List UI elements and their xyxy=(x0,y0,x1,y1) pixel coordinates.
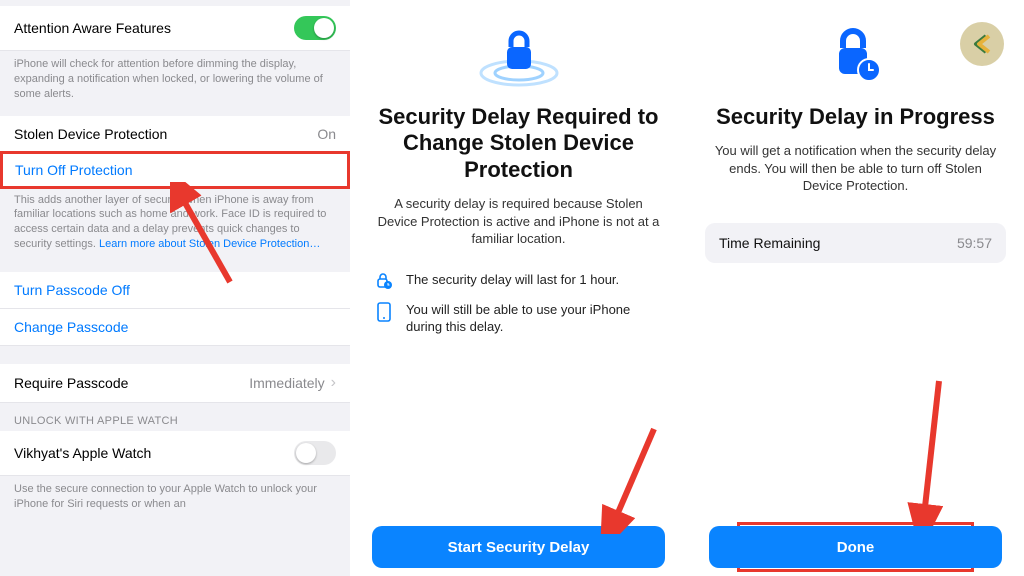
mid-info-row-usable: You will still be able to use your iPhon… xyxy=(368,302,669,336)
mid-info-row-duration: The security delay will last for 1 hour. xyxy=(368,272,669,290)
require-passcode-label: Require Passcode xyxy=(14,375,128,391)
attention-aware-label: Attention Aware Features xyxy=(14,20,171,36)
unlock-section-header: UNLOCK WITH APPLE WATCH xyxy=(0,403,350,431)
change-passcode-row[interactable]: Change Passcode xyxy=(0,309,350,346)
sdp-learn-more-link[interactable]: Learn more about Stolen Device Protectio… xyxy=(99,238,320,250)
stolen-device-protection-row[interactable]: Stolen Device Protection On xyxy=(0,116,350,153)
lock-clock-icon xyxy=(374,272,394,290)
annotation-arrow-icon xyxy=(904,376,954,526)
mid-info-duration-text: The security delay will last for 1 hour. xyxy=(406,272,619,289)
time-remaining-label: Time Remaining xyxy=(719,235,820,251)
lock-clock-large-icon xyxy=(821,14,891,96)
apple-watch-desc: Use the secure connection to your Apple … xyxy=(0,476,350,526)
sdp-label: Stolen Device Protection xyxy=(14,126,167,142)
turn-off-protection-row[interactable]: Turn Off Protection xyxy=(0,151,350,189)
require-passcode-row[interactable]: Require Passcode Immediately › xyxy=(0,364,350,403)
security-delay-required-panel: Security Delay Required to Change Stolen… xyxy=(350,0,687,576)
start-security-delay-button[interactable]: Start Security Delay xyxy=(372,526,665,568)
turn-passcode-off-row[interactable]: Turn Passcode Off xyxy=(0,272,350,309)
brand-logo-icon xyxy=(960,22,1004,66)
mid-lead: A security delay is required because Sto… xyxy=(368,195,669,248)
phone-icon xyxy=(374,302,394,322)
change-passcode-label: Change Passcode xyxy=(14,319,128,335)
time-remaining-value: 59:57 xyxy=(957,235,992,251)
settings-panel: Attention Aware Features iPhone will che… xyxy=(0,0,350,576)
time-remaining-row: Time Remaining 59:57 xyxy=(705,223,1006,263)
attention-aware-desc: iPhone will check for attention before d… xyxy=(0,51,350,116)
security-delay-progress-panel: Security Delay in Progress You will get … xyxy=(687,0,1024,576)
apple-watch-row[interactable]: Vikhyat's Apple Watch xyxy=(0,431,350,476)
lock-ripple-icon xyxy=(469,14,569,96)
apple-watch-toggle[interactable] xyxy=(294,441,336,465)
done-button[interactable]: Done xyxy=(709,526,1002,568)
attention-aware-toggle[interactable] xyxy=(294,16,336,40)
annotation-arrow-icon xyxy=(599,424,669,534)
chevron-right-icon: › xyxy=(331,374,336,392)
mid-info-usable-text: You will still be able to use your iPhon… xyxy=(406,302,663,336)
sdp-value: On xyxy=(317,126,336,142)
right-lead: You will get a notification when the sec… xyxy=(705,142,1006,195)
sdp-desc: This adds another layer of security when… xyxy=(0,187,350,266)
require-passcode-value: Immediately xyxy=(249,375,324,391)
right-title: Security Delay in Progress xyxy=(716,104,995,130)
apple-watch-label: Vikhyat's Apple Watch xyxy=(14,445,151,461)
turn-passcode-off-label: Turn Passcode Off xyxy=(14,282,130,298)
mid-title: Security Delay Required to Change Stolen… xyxy=(368,104,669,183)
turn-off-protection-label: Turn Off Protection xyxy=(15,162,133,178)
attention-aware-row[interactable]: Attention Aware Features xyxy=(0,6,350,51)
